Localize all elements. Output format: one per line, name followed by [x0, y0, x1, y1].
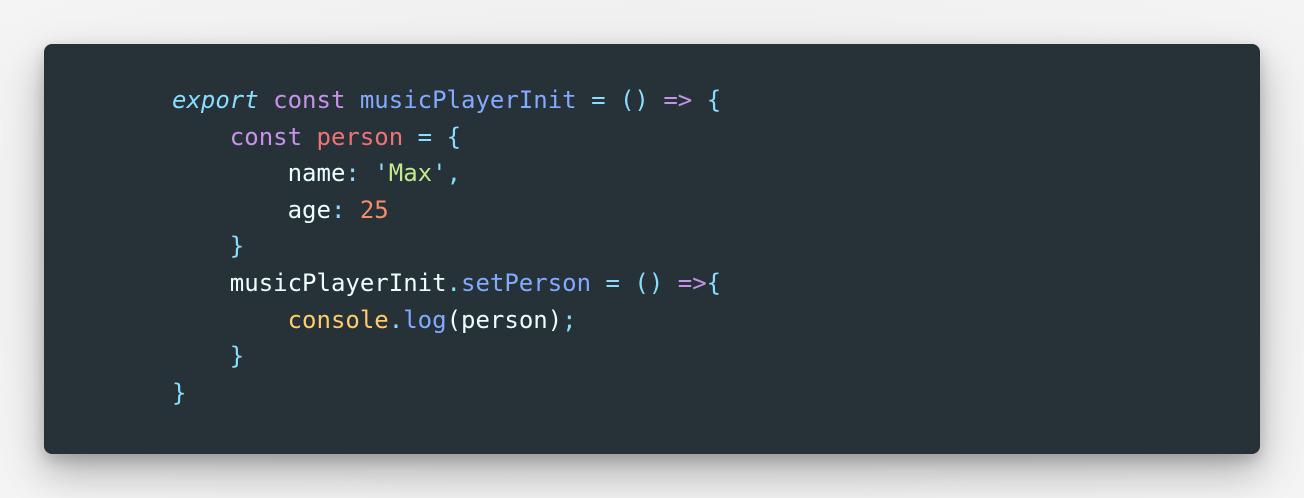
token-colon: :	[330, 195, 346, 224]
token-method-name: setPerson	[461, 268, 592, 297]
token-close-brace: }	[229, 232, 245, 261]
token-export-keyword: export	[172, 86, 259, 114]
token-variable-name: person	[316, 122, 404, 151]
token-arrow: =>	[663, 86, 693, 114]
token-parens: ()	[634, 268, 664, 297]
token-open-brace: {	[706, 268, 722, 297]
token-open-brace: {	[446, 122, 462, 151]
code-line-6: musicPlayerInit.setPerson = () =>{	[172, 265, 721, 302]
token-arrow: =>	[677, 268, 707, 297]
code-block: export const musicPlayerInit = () => { c…	[172, 82, 721, 411]
token-close-brace: }	[229, 342, 245, 371]
token-function-name: musicPlayerInit	[359, 86, 577, 114]
code-line-4: age: 25	[172, 192, 721, 229]
token-parens: ()	[619, 86, 649, 114]
code-window: export const musicPlayerInit = () => { c…	[44, 44, 1260, 454]
token-argument: person	[461, 305, 548, 334]
token-close-brace: }	[172, 378, 187, 407]
code-line-3: name: 'Max',	[172, 155, 721, 192]
token-open-paren: (	[446, 305, 462, 334]
token-quote-open: '	[374, 159, 389, 188]
token-number-value: 25	[359, 195, 389, 224]
token-colon: :	[345, 159, 360, 188]
token-open-brace: {	[706, 86, 722, 114]
token-dot: .	[388, 305, 404, 334]
token-assign-operator: =	[591, 86, 606, 114]
token-string-value: Max	[388, 159, 433, 188]
code-line-5: }	[172, 228, 721, 265]
token-console-object: console	[287, 305, 389, 334]
code-line-2: const person = {	[172, 119, 721, 156]
token-quote-close: '	[432, 159, 447, 188]
token-property-key: name	[287, 159, 346, 188]
token-assign-operator: =	[605, 268, 620, 297]
code-line-8: }	[172, 338, 721, 375]
code-line-1: export const musicPlayerInit = () => {	[172, 82, 721, 119]
token-property-key: age	[287, 195, 331, 224]
token-comma: ,	[446, 159, 462, 188]
code-line-9: }	[172, 375, 721, 412]
token-assign-operator: =	[417, 122, 433, 151]
token-method-name: log	[403, 305, 447, 334]
token-semicolon: ;	[562, 305, 577, 334]
code-line-7: console.log(person);	[172, 302, 721, 339]
token-close-paren: )	[547, 305, 563, 334]
token-const-keyword: const	[273, 86, 346, 114]
token-const-keyword: const	[229, 122, 303, 151]
token-dot: .	[446, 268, 461, 297]
token-object-name: musicPlayerInit	[229, 268, 447, 297]
page-background: export const musicPlayerInit = () => { c…	[0, 0, 1304, 498]
